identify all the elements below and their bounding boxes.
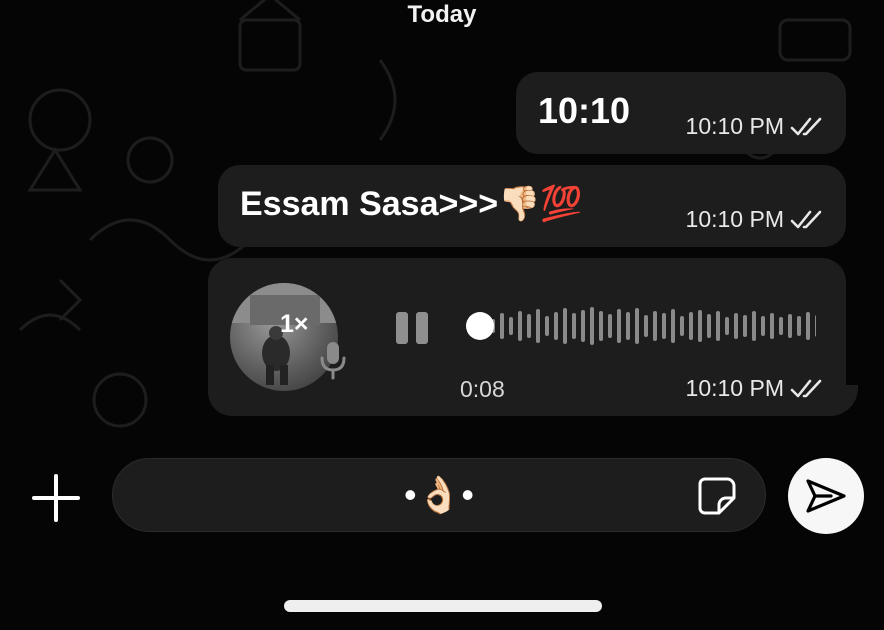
message-time: 10:10 PM	[685, 206, 784, 232]
audio-waveform[interactable]	[466, 294, 816, 358]
waveform-bar	[761, 316, 765, 336]
message-text: Essam Sasa>>>👎🏻💯	[240, 184, 583, 224]
waveform-bar	[572, 313, 576, 339]
microphone-icon	[318, 340, 348, 387]
double-check-icon	[790, 379, 824, 399]
message-meta: 10:10 PM	[686, 206, 824, 233]
message-time: 10:10 PM	[685, 375, 784, 401]
waveform-bar	[797, 316, 801, 336]
waveform-bar	[590, 307, 594, 345]
waveform-bar	[725, 317, 729, 335]
waveform-bar	[536, 309, 540, 343]
waveform-bar	[680, 316, 684, 336]
double-check-icon	[790, 117, 824, 137]
send-button[interactable]	[788, 458, 864, 534]
waveform-bar	[509, 317, 513, 335]
waveform-bar	[635, 308, 639, 344]
waveform-bar	[662, 313, 666, 339]
waveform-bar	[608, 314, 612, 338]
playback-scrubber[interactable]	[466, 312, 494, 340]
waveform-bar	[671, 309, 675, 343]
voice-duration: 0:08	[460, 376, 505, 402]
waveform-bar	[806, 312, 810, 340]
message-time: 10:10 PM	[685, 113, 784, 139]
waveform-bar	[752, 311, 756, 341]
message-input-text: •👌🏻•	[403, 474, 475, 515]
voice-message-bubble[interactable]: 1× 0:08 10:10 PM	[208, 258, 846, 416]
plus-icon	[32, 474, 80, 522]
waveform-bar	[599, 311, 603, 341]
send-icon	[806, 479, 846, 513]
playback-speed-button[interactable]: 1×	[280, 310, 309, 339]
waveform-bar	[716, 311, 720, 341]
waveform-bar	[554, 312, 558, 340]
message-meta: 10:10 PM	[686, 375, 824, 402]
message-text: 10:10	[538, 90, 631, 131]
waveform-bar	[653, 311, 657, 341]
waveform-bar	[527, 314, 531, 338]
waveform-bar	[563, 308, 567, 344]
sticker-icon	[698, 477, 736, 515]
message-meta: 10:10 PM	[686, 113, 824, 140]
waveform-bar	[707, 314, 711, 338]
waveform-bar	[518, 311, 522, 341]
message-text-body: Essam Sasa>>>	[240, 185, 499, 223]
waveform-bar	[788, 314, 792, 338]
waveform-bar	[617, 309, 621, 343]
double-check-icon	[790, 210, 824, 230]
thumbs-down-emoji: 👎🏻	[498, 184, 541, 224]
sticker-button[interactable]	[697, 476, 737, 516]
message-input[interactable]: •👌🏻•	[112, 458, 766, 532]
hundred-points-emoji: 💯	[540, 184, 583, 224]
waveform-bar	[734, 313, 738, 339]
waveform-bar	[500, 313, 504, 339]
waveform-bar	[581, 310, 585, 342]
waveform-bar	[779, 317, 783, 335]
waveform-bar	[626, 312, 630, 340]
attach-button[interactable]	[28, 470, 84, 526]
waveform-bar	[545, 316, 549, 336]
waveform-bar	[815, 315, 816, 337]
date-separator: Today	[407, 1, 477, 28]
home-indicator	[284, 600, 602, 612]
waveform-bar	[689, 312, 693, 340]
waveform-bar	[644, 315, 648, 337]
waveform-bar	[770, 313, 774, 339]
message-bubble[interactable]: 10:10 10:10 PM	[516, 72, 846, 154]
waveform-bar	[743, 315, 747, 337]
waveform-bar	[698, 310, 702, 342]
pause-icon[interactable]	[394, 310, 432, 351]
message-bubble[interactable]: Essam Sasa>>>👎🏻💯 10:10 PM	[218, 165, 846, 247]
